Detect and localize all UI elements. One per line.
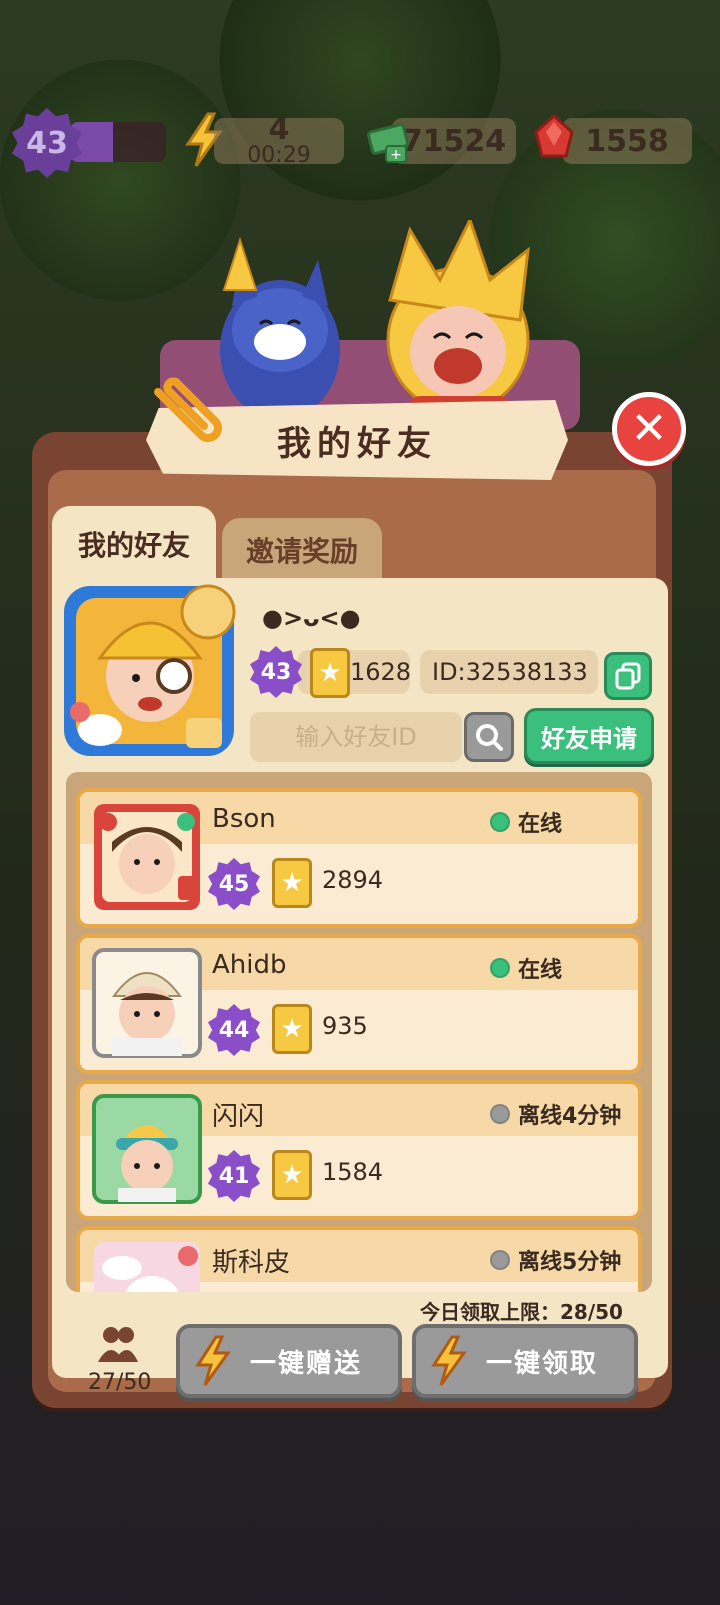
friend-status: 在线 (490, 806, 562, 838)
friend-row[interactable]: 斯科皮 离线5分钟 (76, 1226, 642, 1292)
friend-avatar[interactable] (92, 802, 202, 912)
energy-timer: 00:29 (247, 143, 311, 168)
self-score: 1628 (350, 658, 412, 686)
ruby-gem-icon (534, 114, 574, 158)
friend-level-badge: 41 (208, 1150, 260, 1202)
friend-row[interactable]: 闪闪 离线4分钟 41 ★ 1584 (76, 1080, 642, 1220)
tab-label: 邀请奖励 (245, 535, 358, 568)
friend-level: 41 (218, 1163, 250, 1189)
send-all-label: 一键赠送 (250, 1348, 363, 1379)
friend-avatar[interactable] (92, 948, 202, 1058)
energy-bolt-icon (431, 1335, 467, 1386)
send-all-button[interactable]: 一键赠送 (176, 1324, 402, 1398)
energy-value: 4 (268, 112, 290, 147)
star-card-icon: ★ (310, 648, 350, 698)
friend-requests-button[interactable]: 好友申请 (524, 708, 654, 764)
self-level: 43 (260, 659, 292, 685)
search-button[interactable] (464, 712, 514, 762)
friend-avatar[interactable] (92, 1240, 202, 1292)
star-card-icon: ★ (272, 1004, 312, 1054)
self-id-pill: ID:32538133 (420, 650, 598, 694)
friend-row[interactable]: Bson 在线 45 ★ 2894 (76, 788, 642, 928)
offline-status-dot (490, 1104, 510, 1124)
close-icon: ✕ (630, 403, 668, 454)
star-card-icon: ★ (272, 858, 312, 908)
friend-status: 离线4分钟 (490, 1098, 621, 1130)
copy-icon (615, 662, 641, 690)
friends-icon (98, 1327, 138, 1362)
friend-row[interactable]: Ahidb 在线 44 ★ 935 (76, 934, 642, 1074)
gem-value: 1558 (585, 123, 669, 159)
friend-name: Bson (212, 804, 276, 834)
friend-count: 27/50 (88, 1370, 152, 1395)
friend-score: 2894 (322, 866, 384, 894)
energy-counter[interactable]: 4 00:29 (214, 112, 344, 168)
self-id: ID:32538133 (432, 658, 588, 686)
player-level: 43 (26, 125, 68, 161)
friend-status-text: 离线5分钟 (518, 1250, 622, 1275)
friend-score: 935 (322, 1012, 368, 1040)
friend-level: 44 (218, 1017, 250, 1043)
gem-counter[interactable]: 1558 (562, 118, 692, 164)
friend-status: 在线 (490, 952, 562, 984)
claim-all-label: 一键领取 (486, 1348, 599, 1379)
tab-my-friends[interactable]: 我的好友 (52, 506, 216, 582)
friend-status-text: 在线 (518, 958, 563, 983)
energy-bolt-icon (195, 1335, 231, 1386)
cash-icon: + (367, 123, 409, 163)
friend-name: 斯科皮 (212, 1248, 291, 1278)
friend-level-badge: 45 (208, 858, 260, 910)
star-card-icon: ★ (272, 1150, 312, 1200)
tab-invite-rewards[interactable]: 邀请奖励 (222, 518, 382, 582)
friends-list[interactable]: Bson 在线 45 ★ 2894 Ahidb 在线 44 ★ 935 闪闪 离… (66, 772, 652, 1292)
online-status-dot (490, 958, 510, 978)
self-avatar[interactable] (58, 580, 240, 762)
friend-level-badge: 44 (208, 1004, 260, 1056)
online-status-dot (490, 812, 510, 832)
close-button[interactable]: ✕ (612, 392, 686, 466)
cash-value: 71524 (401, 123, 507, 159)
daily-claim-limit: 今日领取上限：28/50 (420, 1300, 623, 1324)
friend-status-text: 离线4分钟 (518, 1104, 622, 1129)
friend-name: Ahidb (212, 950, 287, 980)
tab-label: 我的好友 (77, 529, 190, 562)
friend-score: 1584 (322, 1158, 384, 1186)
xp-bar (70, 122, 166, 162)
svg-text:+: + (390, 147, 402, 163)
dialog-title: 我的好友 (277, 423, 437, 464)
friend-id-search-input[interactable] (250, 712, 462, 762)
copy-id-button[interactable] (604, 652, 652, 700)
offline-status-dot (490, 1250, 510, 1270)
paperclip-icon (154, 377, 222, 442)
friend-requests-label: 好友申请 (541, 724, 637, 753)
friend-status: 离线5分钟 (490, 1244, 621, 1276)
search-icon (476, 724, 503, 751)
friend-status-text: 在线 (518, 812, 563, 837)
friend-level: 45 (218, 871, 250, 897)
friend-avatar[interactable] (92, 1094, 202, 1204)
self-name: ●>ᴗ<● (262, 604, 361, 632)
friend-name: 闪闪 (212, 1102, 265, 1132)
claim-all-button[interactable]: 一键领取 (412, 1324, 638, 1398)
